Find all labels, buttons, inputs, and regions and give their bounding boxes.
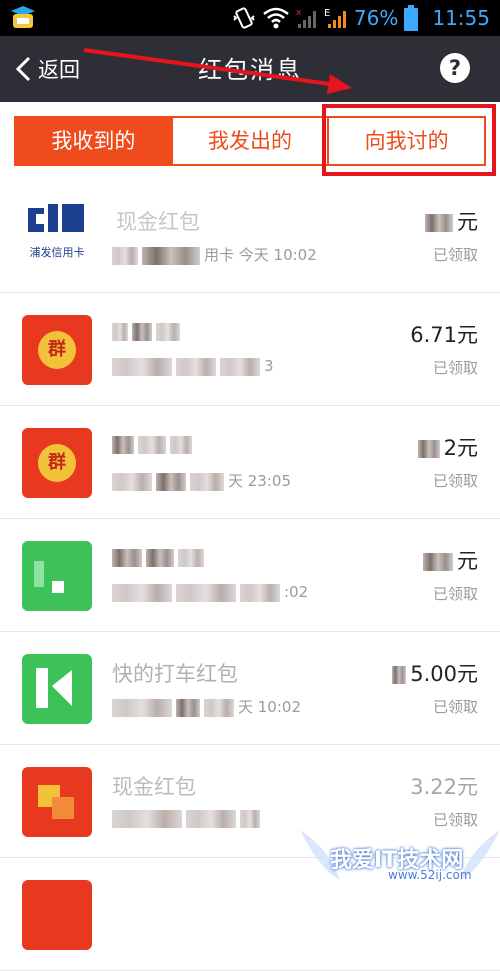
app-notification-icon [11,6,35,28]
svg-text:x: x [296,8,302,18]
battery-icon [404,5,419,31]
group-seal-icon: 群 [38,444,76,482]
vibrate-icon [233,7,255,29]
spdb-logo-icon: 浦发信用卡 [28,204,85,259]
item-subtitle: 3 [112,357,274,376]
item-subtitle: :02 [112,583,308,602]
group-seal-icon: 群 [38,331,76,369]
item-status: 已领取 [432,698,478,716]
item-title [112,432,196,456]
status-bar: x E 76% 11:55 [0,0,500,36]
group-packet-thumb: 群 [22,428,92,498]
annotation-highlight-box [322,104,496,176]
watermark-url: www.52ij.com [388,868,472,882]
item-status: 已领取 [432,585,478,603]
tab-sent[interactable]: 我发出的 [170,118,328,164]
list-item[interactable]: 浦发信用卡 现金红包 用卡 今天 10:02 元 已领取 [0,180,500,293]
item-amount: 6.71元 [410,323,478,347]
packet-thumb [22,880,92,950]
item-status: 已领取 [432,246,478,264]
item-subtitle: 天 23:05 [112,470,291,491]
item-title: 现金红包 [112,775,196,799]
help-button[interactable]: ? [440,53,470,83]
item-subtitle: 天 10:02 [112,696,301,717]
signal-sim2-icon: E [324,8,346,28]
list-item[interactable]: 群 3 6.71元 已领取 [0,293,500,406]
taxi-app-logo-icon [36,668,72,708]
item-amount: 3.22元 [410,775,478,799]
header-bar: 返回 红包消息 ? [0,36,500,102]
page-title: 红包消息 [198,56,302,84]
item-title [112,545,208,569]
tab-received[interactable]: 我收到的 [16,118,171,164]
item-title: 快的打车红包 [112,662,238,686]
item-amount: 元 [425,206,478,236]
app-logo-icon [34,561,64,593]
group-packet-thumb: 群 [22,315,92,385]
item-amount: 2元 [417,432,478,462]
cash-packet-icon [38,785,74,819]
app-packet-thumb [22,654,92,724]
item-amount: 元 [423,545,478,575]
item-title [112,319,184,343]
item-subtitle [112,809,264,828]
item-title: 现金红包 [116,210,200,234]
item-status: 已领取 [432,359,478,377]
bank-logo-thumb: 浦发信用卡 [22,202,92,272]
item-subtitle: 用卡 今天 10:02 [112,244,317,265]
signal-sim1-icon: x [296,8,316,28]
list-item[interactable]: 快的打车红包 天 10:02 5.00元 已领取 [0,632,500,745]
battery-percent: 76% [353,6,399,30]
bank-logo-text: 浦发信用卡 [30,245,85,259]
list-item[interactable]: 群 天 23:05 2元 已领取 [0,406,500,519]
network-type-label: E [324,8,330,19]
cash-packet-thumb [22,767,92,837]
item-status: 已领取 [432,472,478,490]
list-item[interactable]: :02 元 已领取 [0,519,500,632]
clock: 11:55 [432,6,490,30]
wifi-icon [263,7,289,29]
item-amount: 5.00元 [392,658,478,688]
app-packet-thumb [22,541,92,611]
